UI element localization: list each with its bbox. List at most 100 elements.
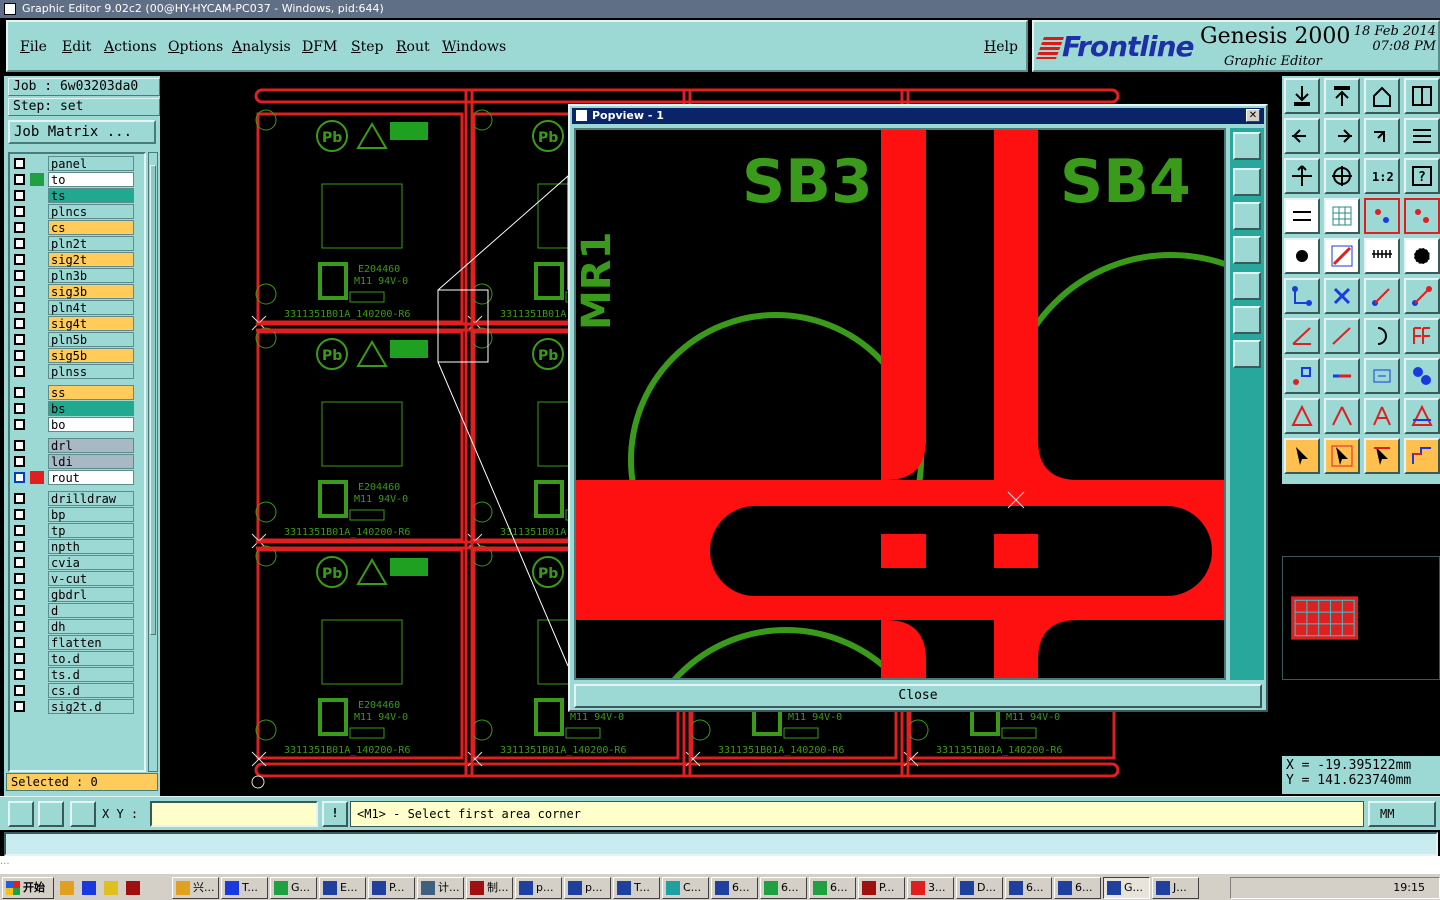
layer-checkbox[interactable] — [14, 206, 25, 217]
quick-launch-icon[interactable] — [126, 881, 140, 895]
taskbar-item[interactable]: 3... — [907, 877, 954, 899]
popview-fit-button[interactable] — [1233, 306, 1261, 334]
layer-row-sig3b[interactable]: sig3b — [10, 284, 144, 299]
scrollbar-thumb[interactable] — [150, 165, 156, 635]
layer-row-ldi[interactable]: ldi — [10, 454, 144, 469]
diagonal-line-button[interactable] — [1324, 318, 1360, 354]
layer-row-npth[interactable]: npth — [10, 539, 144, 554]
xy-input[interactable] — [150, 801, 318, 827]
layer-row-pln5b[interactable]: pln5b — [10, 332, 144, 347]
layer-row-flatten[interactable]: flatten — [10, 635, 144, 650]
layer-checkbox[interactable] — [14, 557, 25, 568]
layer-row-gbdrl[interactable]: gbdrl — [10, 587, 144, 602]
box-button[interactable] — [1364, 358, 1400, 394]
layer-row-bs[interactable]: bs — [10, 401, 144, 416]
layer-row-drilldraw[interactable]: drilldraw — [10, 491, 144, 506]
layer-checkbox[interactable] — [14, 158, 25, 169]
info-button[interactable]: ! — [322, 801, 348, 827]
layer-list-scrollbar[interactable] — [148, 152, 158, 772]
layer-checkbox[interactable] — [14, 589, 25, 600]
snap-red-blue-button[interactable] — [1364, 198, 1400, 234]
menu-windows[interactable]: Windows — [442, 39, 506, 55]
layer-checkbox[interactable] — [14, 509, 25, 520]
taskbar-item[interactable]: G... — [270, 877, 317, 899]
import-button[interactable] — [1324, 78, 1360, 114]
zoom-back-button[interactable] — [1364, 118, 1400, 154]
home-button[interactable] — [1284, 78, 1320, 114]
layer-checkbox[interactable] — [14, 254, 25, 265]
pan-vertical-button[interactable] — [1284, 158, 1320, 194]
popview-zoom-in-button[interactable] — [1233, 168, 1261, 196]
delete-cross-button[interactable] — [1324, 278, 1360, 314]
fence-button[interactable] — [1404, 318, 1440, 354]
layer-checkbox[interactable] — [14, 318, 25, 329]
taskbar-item[interactable]: P... — [858, 877, 905, 899]
snap-mode-button[interactable] — [8, 801, 34, 827]
taskbar-item[interactable]: 6... — [1054, 877, 1101, 899]
layer-row-pln3b[interactable]: pln3b — [10, 268, 144, 283]
mixed-shape-button[interactable] — [1284, 358, 1320, 394]
taskbar-item[interactable]: G... — [1103, 877, 1150, 899]
help-button[interactable]: ? — [1404, 158, 1440, 194]
ruler-button[interactable] — [1364, 238, 1400, 274]
add-segment-button[interactable] — [1404, 278, 1440, 314]
measure-tool-button[interactable] — [1284, 198, 1320, 234]
layer-checkbox[interactable] — [14, 541, 25, 552]
menu-edit[interactable]: Edit — [62, 39, 91, 55]
layer-checkbox[interactable] — [14, 605, 25, 616]
menu-file[interactable]: File — [20, 39, 47, 55]
taskbar-item[interactable]: C... — [662, 877, 709, 899]
quick-launch-icon[interactable] — [104, 881, 118, 895]
layer-checkbox[interactable] — [14, 334, 25, 345]
taskbar-item[interactable]: D... — [956, 877, 1003, 899]
taskbar-item[interactable]: 制... — [466, 877, 513, 899]
scale-button[interactable]: 1:2 — [1364, 158, 1400, 194]
angle-line-button[interactable] — [1284, 318, 1320, 354]
popview-canvas[interactable]: SB3 SB4 MR1 — [574, 128, 1226, 680]
layer-checkbox[interactable] — [14, 669, 25, 680]
pointer-bar-button[interactable] — [1364, 438, 1400, 474]
layer-row-to[interactable]: to — [10, 172, 144, 187]
taskbar-item[interactable]: 兴... — [172, 877, 219, 899]
triangle-open-button[interactable] — [1324, 398, 1360, 434]
layer-checkbox[interactable] — [14, 472, 25, 483]
layer-checkbox[interactable] — [14, 701, 25, 712]
route-path-button[interactable] — [1404, 438, 1440, 474]
layer-row-d[interactable]: d — [10, 603, 144, 618]
taskbar-item[interactable]: E... — [319, 877, 366, 899]
menu-actions[interactable]: Actions — [104, 39, 157, 55]
popview-pan-right-button[interactable] — [1233, 272, 1261, 300]
menu-analysis[interactable]: Analysis — [232, 39, 291, 55]
menu-options[interactable]: Options — [168, 39, 223, 55]
layer-checkbox[interactable] — [14, 419, 25, 430]
list-button[interactable] — [1404, 118, 1440, 154]
layer-row-plncs[interactable]: plncs — [10, 204, 144, 219]
menu-rout[interactable]: Rout — [396, 39, 430, 55]
select-pad-button[interactable] — [1404, 238, 1440, 274]
pan-left-button[interactable] — [1284, 118, 1320, 154]
layer-row-sig4t[interactable]: sig4t — [10, 316, 144, 331]
popview-zoom-fit-button[interactable] — [1233, 132, 1261, 160]
layer-row-plnss[interactable]: plnss — [10, 364, 144, 379]
layer-checkbox[interactable] — [14, 350, 25, 361]
layer-row-ts-d[interactable]: ts.d — [10, 667, 144, 682]
layer-row-cvia[interactable]: cvia — [10, 555, 144, 570]
layer-row-drl[interactable]: drl — [10, 438, 144, 453]
letter-a-button[interactable] — [1364, 398, 1400, 434]
pointer-button[interactable] — [1284, 438, 1320, 474]
pan-right-button[interactable] — [1324, 118, 1360, 154]
layer-checkbox[interactable] — [14, 493, 25, 504]
layer-checkbox[interactable] — [14, 653, 25, 664]
layer-checkbox[interactable] — [14, 621, 25, 632]
grid-button[interactable] — [1324, 198, 1360, 234]
layer-row-dh[interactable]: dh — [10, 619, 144, 634]
layer-checkbox[interactable] — [14, 174, 25, 185]
layer-checkbox[interactable] — [14, 525, 25, 536]
layer-checkbox[interactable] — [14, 440, 25, 451]
zoom-home-button[interactable] — [1324, 158, 1360, 194]
layer-checkbox[interactable] — [14, 685, 25, 696]
pad-button[interactable] — [1284, 238, 1320, 274]
layer-checkbox[interactable] — [14, 190, 25, 201]
layer-row-ts[interactable]: ts — [10, 188, 144, 203]
layer-row-ss[interactable]: ss — [10, 385, 144, 400]
